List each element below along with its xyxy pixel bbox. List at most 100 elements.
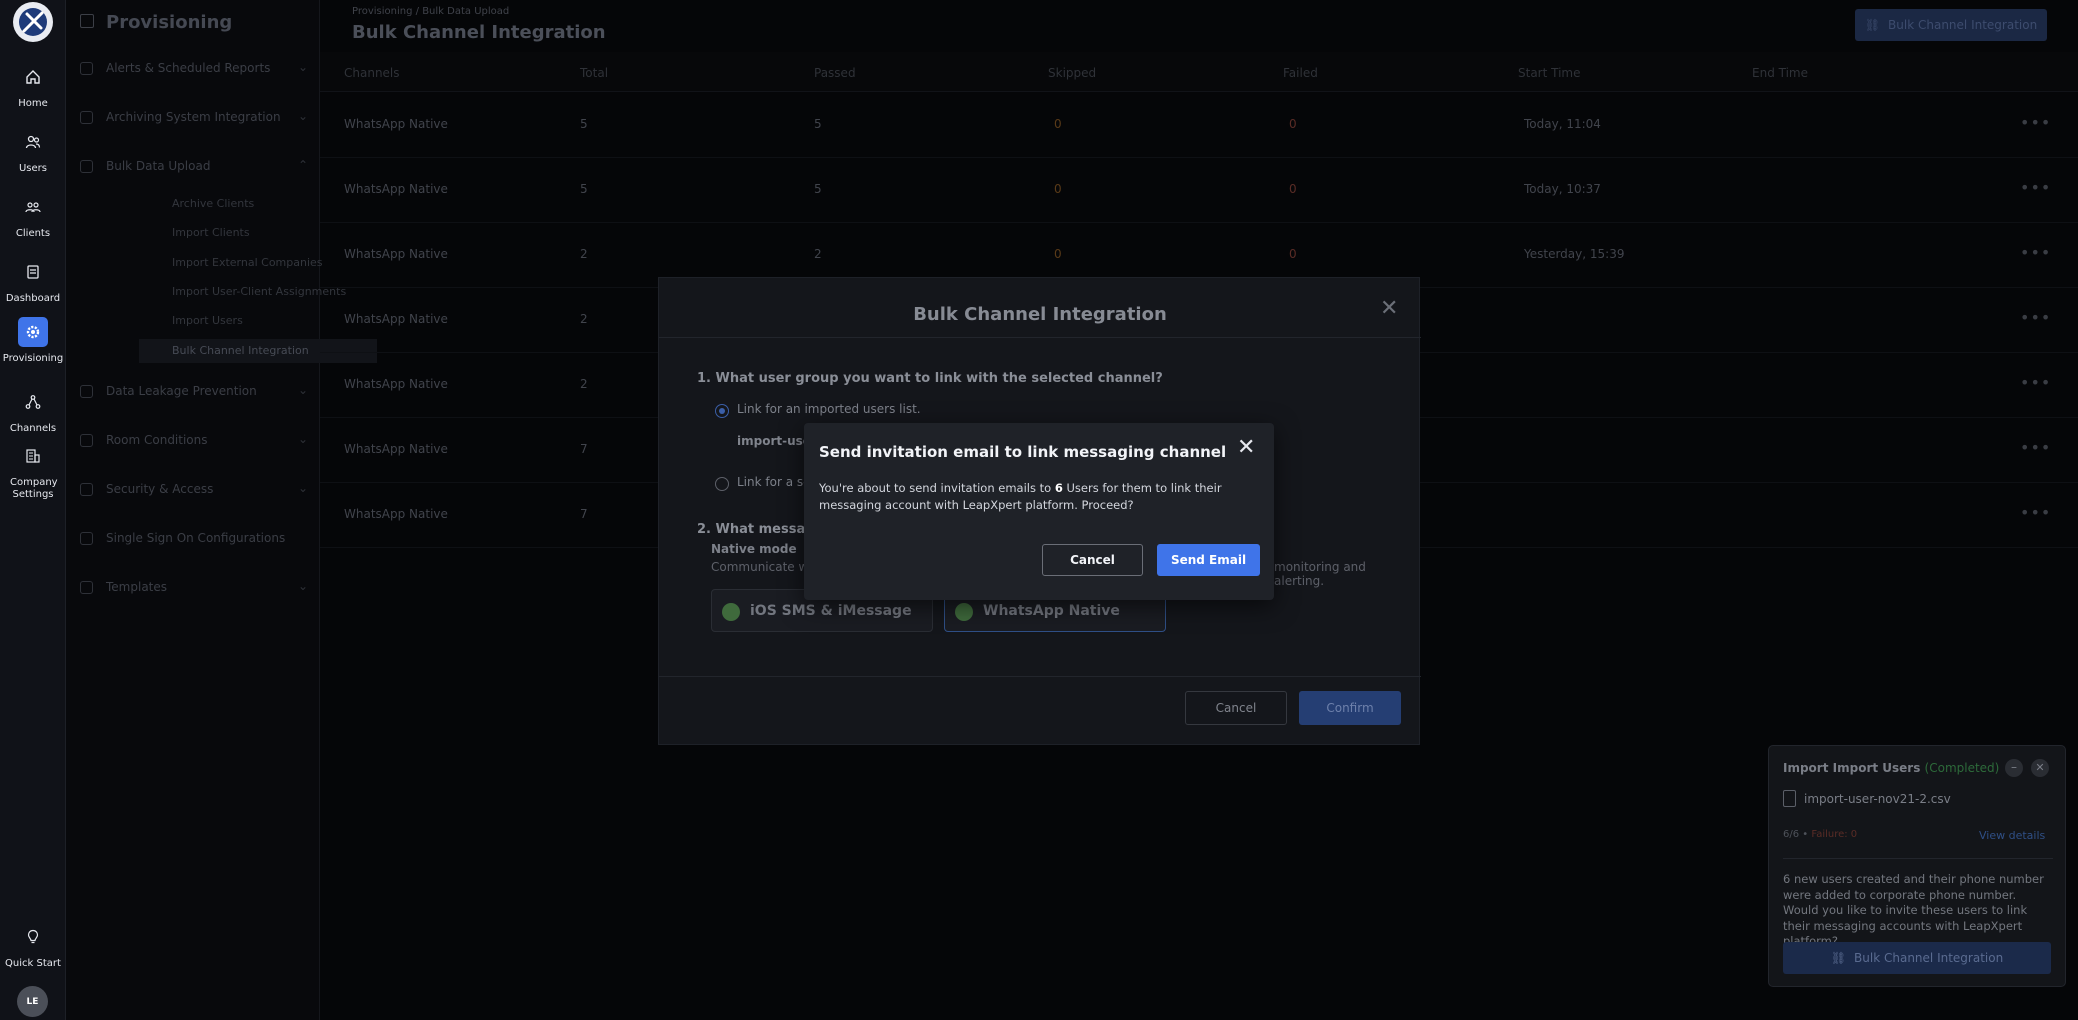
rail-label-company-settings: Company Settings	[10, 477, 58, 500]
avatar[interactable]: LE	[17, 986, 48, 1017]
sidebar-group-archiving[interactable]: Archiving System Integration ⌄	[80, 108, 308, 128]
column-header[interactable]: Skipped	[1048, 66, 1096, 80]
chevron-up-icon: ⌃	[297, 158, 308, 172]
import-panel-title: Import Import Users (Completed)	[1783, 761, 1999, 775]
sidebar-group-sso[interactable]: Single Sign On Configurations	[80, 529, 308, 549]
rail-item-home[interactable]: Home	[0, 62, 66, 110]
view-details-link[interactable]: View details	[1979, 829, 2045, 842]
gear-icon	[18, 317, 48, 347]
column-header[interactable]: Failed	[1283, 66, 1318, 80]
cancel-button[interactable]: Cancel	[1042, 544, 1143, 576]
radio-label-imported[interactable]: Link for an imported users list.	[737, 402, 921, 416]
cell-channel: WhatsApp Native	[344, 312, 448, 326]
import-stats: 6/6 • Failure: 0	[1783, 829, 1858, 840]
user-count: 6	[1054, 481, 1063, 495]
rail-item-provisioning[interactable]: Provisioning	[0, 317, 66, 365]
chevron-down-icon: ⌄	[297, 60, 308, 74]
bell-icon	[80, 62, 93, 75]
button-label: Bulk Channel Integration	[1888, 18, 2038, 32]
native-mode-description-end: monitoring and alerting.	[1274, 560, 1366, 588]
link-channel-icon: ⛓	[1864, 18, 1881, 32]
table-row[interactable]: WhatsApp Native 5 5 0 0 Today, 10:37 •••	[320, 158, 2078, 223]
chevron-down-icon: ⌄	[297, 383, 308, 397]
minimize-icon[interactable]: –	[2005, 759, 2023, 777]
icon-rail: Home Users Clients Dashboard Provisionin	[0, 0, 66, 1020]
row-menu-icon[interactable]: •••	[2020, 308, 2051, 327]
room-icon	[80, 434, 93, 447]
cell-skipped: 0	[1054, 182, 1062, 196]
radio-selected-users[interactable]	[715, 477, 729, 491]
chevron-down-icon: ⌄	[297, 579, 308, 593]
confirm-button[interactable]: Confirm	[1299, 691, 1401, 725]
rail-item-channels[interactable]: Channels	[0, 387, 66, 435]
cell-start-time: Today, 11:04	[1524, 117, 1601, 131]
app-logo[interactable]	[13, 2, 53, 42]
sidebar-group-label: Data Leakage Prevention	[106, 384, 257, 398]
column-header[interactable]: End Time	[1752, 66, 1808, 80]
row-menu-icon[interactable]: •••	[2020, 113, 2051, 132]
rail-item-company-settings[interactable]: Company Settings	[0, 441, 66, 501]
rail-label-dashboard: Dashboard	[5, 293, 61, 304]
cell-failed: 0	[1289, 182, 1297, 196]
table-row[interactable]: WhatsApp Native 5 5 0 0 Today, 11:04 •••	[320, 93, 2078, 158]
sidebar-group-templates[interactable]: Templates ⌄	[80, 578, 308, 598]
bulk-channel-integration-button[interactable]: ⛓ Bulk Channel Integration	[1783, 942, 2051, 974]
divider	[659, 676, 1421, 677]
cell-skipped: 0	[1054, 117, 1062, 131]
cell-total: 2	[580, 247, 588, 261]
row-menu-icon[interactable]: •••	[2020, 503, 2051, 522]
sidebar-group-security[interactable]: Security & Access ⌄	[80, 480, 308, 500]
dialog-message-start: You're about to send invitation emails t…	[819, 481, 1055, 495]
cell-start-time: Yesterday, 15:39	[1524, 247, 1625, 261]
row-menu-icon[interactable]: •••	[2020, 243, 2051, 262]
send-email-button[interactable]: Send Email	[1157, 544, 1260, 576]
sidebar-group-alerts[interactable]: Alerts & Scheduled Reports ⌄	[80, 59, 308, 79]
row-menu-icon[interactable]: •••	[2020, 178, 2051, 197]
import-status-panel: Import Import Users (Completed) – ✕ impo…	[1768, 745, 2066, 987]
archive-icon	[80, 111, 93, 124]
rail-item-quick-start[interactable]: Quick Start	[0, 922, 66, 970]
radio-label-other[interactable]: Link for a se	[737, 475, 811, 489]
cell-channel: WhatsApp Native	[344, 247, 448, 261]
shield-icon	[80, 385, 93, 398]
import-failure-count: Failure: 0	[1811, 829, 1858, 840]
button-label: Bulk Channel Integration	[1854, 951, 2004, 965]
import-panel-message: 6 new users created and their phone numb…	[1783, 872, 2044, 948]
column-header[interactable]: Passed	[814, 66, 856, 80]
close-icon[interactable]: ✕	[1380, 296, 1398, 321]
rail-item-users[interactable]: Users	[0, 127, 66, 175]
column-header[interactable]: Start Time	[1518, 66, 1581, 80]
question-user-group: 1. What user group you want to link with…	[697, 371, 1163, 386]
sidebar-group-label: Templates	[106, 580, 168, 594]
column-header[interactable]: Channels	[344, 66, 400, 80]
row-menu-icon[interactable]: •••	[2020, 438, 2051, 457]
dialog-title: Send invitation email to link messaging …	[819, 443, 1227, 461]
sidebar-group-label: Single Sign On Configurations	[106, 531, 286, 545]
bulk-channel-integration-button[interactable]: ⛓ Bulk Channel Integration	[1855, 9, 2047, 41]
radio-imported-users[interactable]	[715, 404, 729, 418]
cancel-button[interactable]: Cancel	[1185, 691, 1287, 725]
sidebar-group-bulk-data-upload[interactable]: Bulk Data Upload ⌃	[80, 157, 308, 177]
close-icon[interactable]: ✕	[2031, 759, 2049, 777]
cell-total: 5	[580, 182, 588, 196]
import-panel-title-text: Import Import Users	[1783, 761, 1921, 775]
divider	[1783, 858, 2053, 859]
cell-passed: 5	[814, 117, 822, 131]
column-header[interactable]: Total	[580, 66, 608, 80]
sidebar-title: Provisioning	[106, 12, 233, 33]
upload-icon	[80, 160, 93, 173]
close-icon[interactable]: ✕	[1237, 435, 1255, 460]
rail-item-clients[interactable]: Clients	[0, 192, 66, 240]
sidebar-group-room-conditions[interactable]: Room Conditions ⌄	[80, 431, 308, 451]
chevron-down-icon: ⌄	[297, 481, 308, 495]
breadcrumb[interactable]: Provisioning / Bulk Data Upload	[352, 6, 509, 17]
rail-label-users: Users	[18, 163, 47, 174]
rail-item-dashboard[interactable]: Dashboard	[0, 257, 66, 305]
file-icon	[1783, 790, 1796, 807]
chevron-down-icon: ⌄	[297, 109, 308, 123]
row-menu-icon[interactable]: •••	[2020, 373, 2051, 392]
sidebar-group-data-leakage[interactable]: Data Leakage Prevention ⌄	[80, 382, 308, 402]
rail-label-clients: Clients	[15, 228, 51, 239]
cell-total: 7	[580, 507, 588, 521]
cell-channel: WhatsApp Native	[344, 117, 448, 131]
